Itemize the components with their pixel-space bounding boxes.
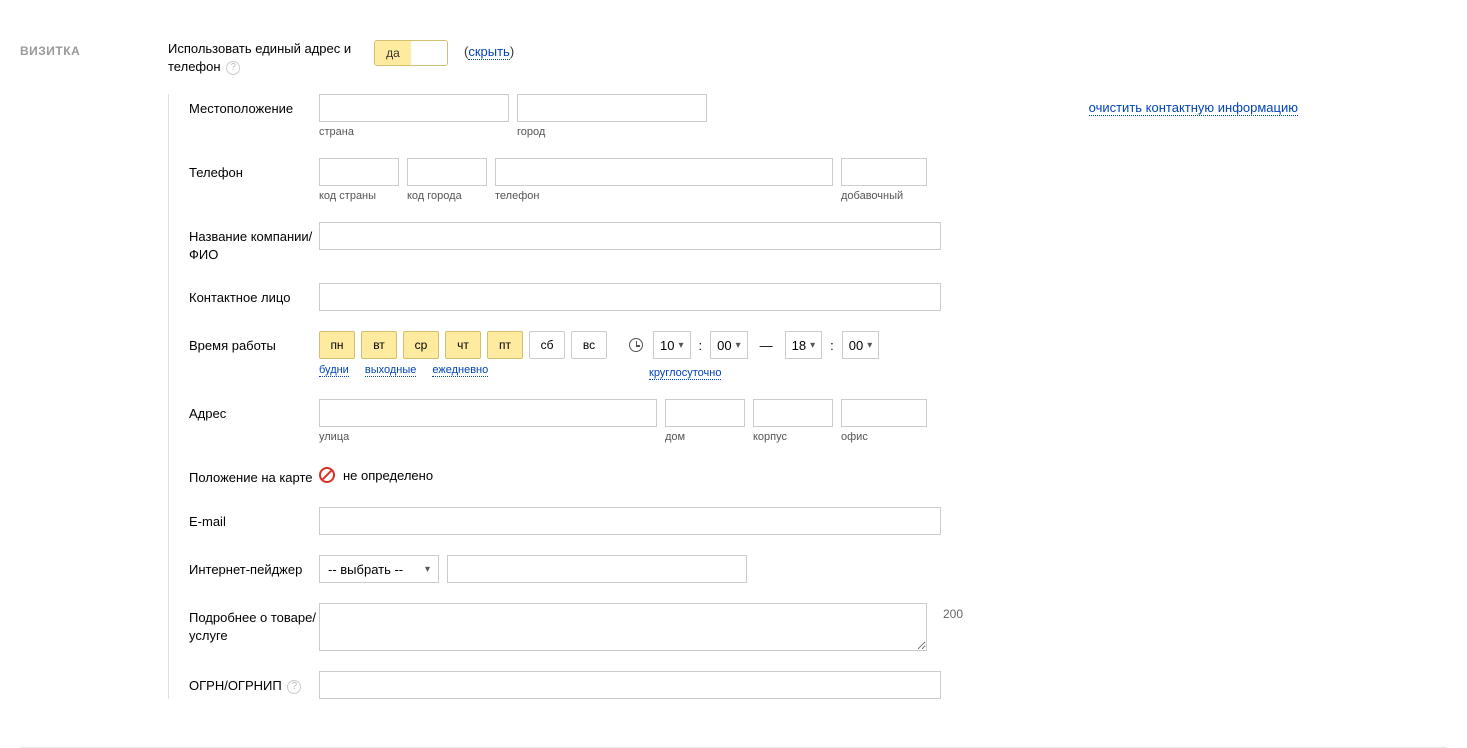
label-ogrn: ОГРН/ОГРНИП ? (189, 671, 319, 695)
label-contact: Контактное лицо (189, 283, 319, 307)
sublabel-citycode: код города (407, 190, 487, 202)
label-phone: Телефон (189, 158, 319, 182)
quick-daily[interactable]: ежедневно (432, 364, 488, 377)
company-input[interactable] (319, 222, 941, 250)
label-address: Адрес (189, 399, 319, 423)
label-pager: Интернет-пейджер (189, 555, 319, 579)
clock-icon (629, 338, 643, 352)
unified-address-toggle[interactable]: да (374, 40, 448, 66)
sublabel-city: город (517, 126, 707, 138)
day-mon[interactable]: пн (319, 331, 355, 359)
pager-id-input[interactable] (447, 555, 747, 583)
header-text: Использовать единый адрес и телефон ? (168, 40, 358, 76)
office-input[interactable] (841, 399, 927, 427)
city-code-input[interactable] (407, 158, 487, 186)
label-company: Название компании/ФИО (189, 222, 319, 263)
ext-input[interactable] (841, 158, 927, 186)
contact-input[interactable] (319, 283, 941, 311)
corpus-input[interactable] (753, 399, 833, 427)
toggle-off[interactable] (411, 41, 447, 65)
map-status-text: не определено (343, 468, 433, 483)
phone-input[interactable] (495, 158, 833, 186)
sublabel-ccode: код страны (319, 190, 399, 202)
not-determined-icon (319, 467, 335, 483)
hide-link[interactable]: скрыть (468, 44, 510, 60)
time-to-min[interactable]: 00▾ (842, 331, 880, 359)
city-input[interactable] (517, 94, 707, 122)
sublabel-office: офис (841, 431, 927, 443)
email-input[interactable] (319, 507, 941, 535)
time-from-min[interactable]: 00▾ (710, 331, 748, 359)
label-hours: Время работы (189, 331, 319, 355)
house-input[interactable] (665, 399, 745, 427)
chevron-down-icon: ▾ (678, 340, 683, 351)
time-from-hour[interactable]: 10▾ (653, 331, 691, 359)
day-fri[interactable]: пт (487, 331, 523, 359)
label-details: Подробнее о товаре/услуге (189, 603, 319, 644)
pager-select[interactable]: -- выбрать -- ▾ (319, 555, 439, 583)
street-input[interactable] (319, 399, 657, 427)
chevron-down-icon: ▾ (425, 564, 430, 575)
sublabel-country: страна (319, 126, 509, 138)
help-icon[interactable]: ? (226, 61, 240, 75)
country-code-input[interactable] (319, 158, 399, 186)
label-map-pos: Положение на карте (189, 463, 319, 487)
sublabel-street: улица (319, 431, 657, 443)
hide-link-wrap: (скрыть) (464, 44, 514, 59)
quick-weekend[interactable]: выходные (365, 364, 417, 377)
details-textarea[interactable] (319, 603, 927, 651)
chevron-down-icon: ▾ (736, 340, 741, 351)
day-thu[interactable]: чт (445, 331, 481, 359)
ogrn-input[interactable] (319, 671, 941, 699)
day-tue[interactable]: вт (361, 331, 397, 359)
label-email: E-mail (189, 507, 319, 531)
time-to-hour[interactable]: 18▾ (785, 331, 823, 359)
sublabel-corpus: корпус (753, 431, 833, 443)
day-wed[interactable]: ср (403, 331, 439, 359)
chevron-down-icon: ▾ (867, 340, 872, 351)
country-input[interactable] (319, 94, 509, 122)
day-sat[interactable]: сб (529, 331, 565, 359)
sublabel-ext: добавочный (841, 190, 927, 202)
sublabel-phone: телефон (495, 190, 833, 202)
clear-contact-link[interactable]: очистить контактную информацию (1089, 100, 1298, 116)
details-counter: 200 (943, 607, 963, 621)
sublabel-house: дом (665, 431, 745, 443)
help-icon[interactable]: ? (287, 680, 301, 694)
section-title: ВИЗИТКА (20, 40, 168, 58)
toggle-on[interactable]: да (375, 41, 411, 65)
quick-around-clock[interactable]: круглосуточно (649, 367, 721, 380)
label-location: Местоположение (189, 94, 319, 118)
chevron-down-icon: ▾ (810, 340, 815, 351)
day-sun[interactable]: вс (571, 331, 607, 359)
quick-weekdays[interactable]: будни (319, 364, 349, 377)
